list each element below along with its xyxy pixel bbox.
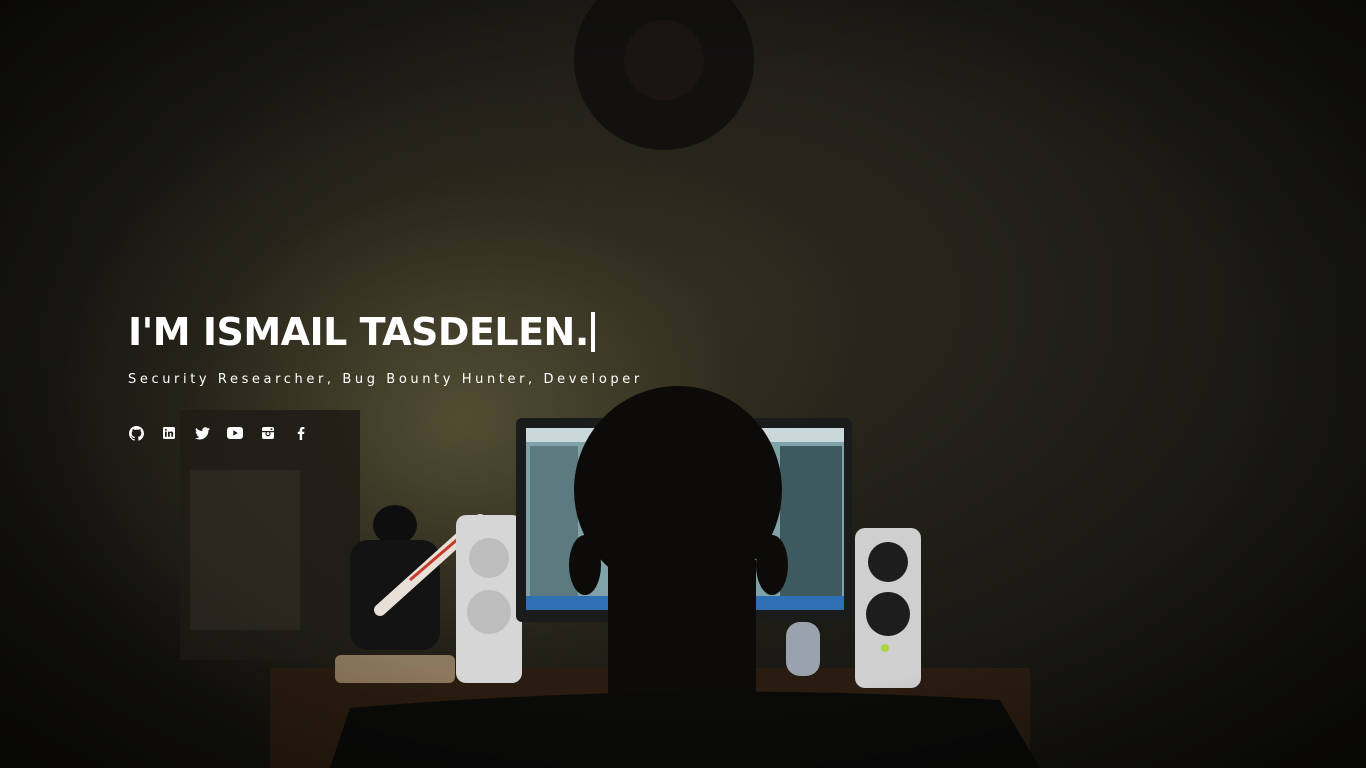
github-icon: [128, 425, 144, 441]
twitter-icon: [194, 426, 210, 439]
typing-cursor: [590, 312, 595, 352]
hero-section: I'M ISMAIL TASDELEN. Security Researcher…: [0, 0, 1366, 768]
social-links: [128, 425, 828, 441]
twitter-link[interactable]: [194, 425, 210, 441]
instagram-link[interactable]: [260, 425, 276, 441]
hero-subtitle: Security Researcher, Bug Bounty Hunter, …: [128, 372, 643, 387]
github-link[interactable]: [128, 425, 144, 441]
hero-title: I'M ISMAIL TASDELEN.: [128, 300, 828, 364]
hero-title-text: I'M ISMAIL TASDELEN.: [128, 310, 589, 354]
linkedin-icon: [163, 427, 175, 439]
youtube-link[interactable]: [227, 425, 243, 441]
instagram-icon: [262, 427, 274, 439]
linkedin-link[interactable]: [161, 425, 177, 441]
facebook-icon: [297, 426, 305, 440]
hero-content: I'M ISMAIL TASDELEN. Security Researcher…: [128, 300, 828, 441]
facebook-link[interactable]: [293, 425, 309, 441]
youtube-icon: [227, 427, 243, 439]
